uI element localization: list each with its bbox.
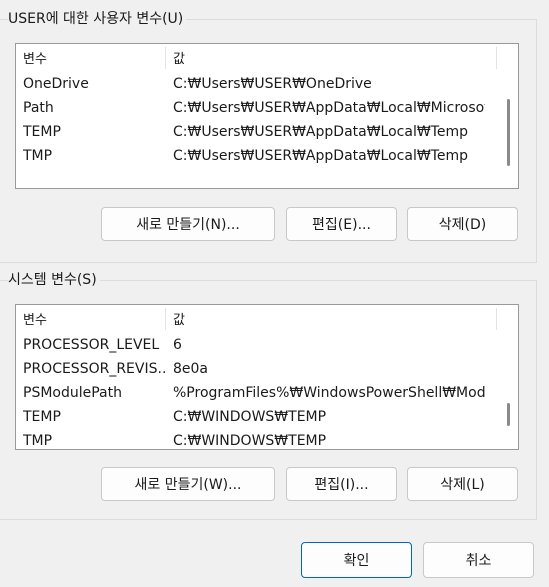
column-header-value[interactable]: 값	[173, 48, 185, 67]
list-item[interactable]: TEMP C:₩Users₩USER₩AppData₩Local₩Temp	[16, 120, 518, 144]
scrollbar-thumb[interactable]	[507, 403, 510, 426]
list-item[interactable]: PROCESSOR_REVIS... 8e0a	[16, 357, 518, 381]
system-variables-title: 시스템 변수(S)	[8, 270, 100, 290]
list-item[interactable]: TMP C:₩WINDOWS₩TEMP	[16, 429, 518, 449]
user-delete-button[interactable]: 삭제(D)	[407, 207, 518, 241]
column-header-name[interactable]: 변수	[23, 309, 47, 328]
scrollbar-thumb[interactable]	[507, 99, 510, 166]
system-edit-button[interactable]: 편집(I)...	[286, 467, 397, 501]
column-separator[interactable]	[165, 308, 166, 330]
variable-value: C:₩Users₩USER₩AppData₩Local₩Microsoft...	[173, 100, 485, 116]
list-item[interactable]: PSModulePath %ProgramFiles%₩WindowsPower…	[16, 381, 518, 405]
variable-value: C:₩Users₩USER₩AppData₩Local₩Temp	[173, 124, 468, 140]
user-variables-group: USER에 대한 사용자 변수(U) 변수 값 OneDrive C:₩User…	[0, 9, 537, 263]
variable-value: 8e0a	[173, 361, 209, 377]
variable-value: C:₩WINDOWS₩TEMP	[173, 409, 327, 425]
list-item[interactable]: OneDrive C:₩Users₩USER₩OneDrive	[16, 72, 518, 96]
list-item[interactable]: TMP C:₩Users₩USER₩AppData₩Local₩Temp	[16, 144, 518, 168]
variable-name: PROCESSOR_LEVEL	[23, 337, 160, 353]
variable-name: TEMP	[23, 124, 61, 140]
user-new-button[interactable]: 새로 만들기(N)...	[101, 207, 275, 241]
variable-value: 6	[173, 337, 182, 353]
user-variables-list[interactable]: 변수 값 OneDrive C:₩Users₩USER₩OneDrive Pat…	[15, 43, 519, 189]
column-separator[interactable]	[496, 47, 497, 69]
variable-name: Path	[23, 100, 54, 116]
user-variables-title: USER에 대한 사용자 변수(U)	[8, 9, 187, 29]
system-variables-group: 시스템 변수(S) 변수 값 PROCESSOR_LEVEL 6 PROCESS…	[0, 270, 537, 520]
column-separator[interactable]	[496, 308, 497, 330]
variable-value: C:₩Users₩USER₩OneDrive	[173, 76, 372, 92]
variable-name: TMP	[23, 433, 53, 449]
variable-name: PSModulePath	[23, 385, 122, 401]
column-separator[interactable]	[165, 47, 166, 69]
list-item[interactable]: Path C:₩Users₩USER₩AppData₩Local₩Microso…	[16, 96, 518, 120]
user-edit-button[interactable]: 편집(E)...	[286, 207, 397, 241]
variable-name: OneDrive	[23, 76, 89, 92]
system-variables-list[interactable]: 변수 값 PROCESSOR_LEVEL 6 PROCESSOR_REVIS..…	[15, 304, 519, 450]
list-item[interactable]: PROCESSOR_LEVEL 6	[16, 333, 518, 357]
variable-name: TMP	[23, 148, 53, 164]
cancel-button[interactable]: 취소	[423, 542, 534, 578]
variable-name: TEMP	[23, 409, 61, 425]
column-header-name[interactable]: 변수	[23, 48, 47, 67]
system-delete-button[interactable]: 삭제(L)	[407, 467, 518, 501]
variable-name: PROCESSOR_REVIS...	[23, 361, 165, 377]
variable-value: C:₩Users₩USER₩AppData₩Local₩Temp	[173, 148, 468, 164]
list-header: 변수 값	[16, 44, 518, 72]
list-header: 변수 값	[16, 305, 518, 333]
ok-button[interactable]: 확인	[301, 542, 412, 578]
variable-value: %ProgramFiles%₩WindowsPowerShell₩Mod...	[173, 385, 485, 401]
list-item[interactable]: TEMP C:₩WINDOWS₩TEMP	[16, 405, 518, 429]
variable-value: C:₩WINDOWS₩TEMP	[173, 433, 327, 449]
system-new-button[interactable]: 새로 만들기(W)...	[101, 467, 275, 501]
column-header-value[interactable]: 값	[173, 309, 185, 328]
